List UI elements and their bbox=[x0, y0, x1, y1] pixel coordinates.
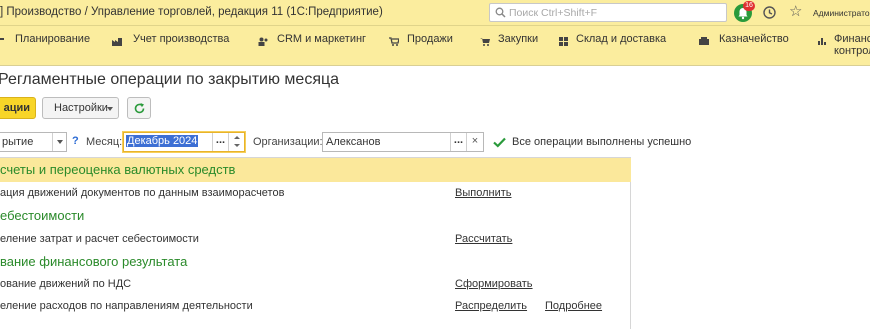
operation-name: ация движений документов по данным взаим… bbox=[0, 187, 285, 199]
settings-button[interactable]: Настройки bbox=[42, 97, 119, 119]
section-label-line2: контроль bbox=[834, 45, 870, 57]
sections-panel: Планирование Учет производства CRM и мар… bbox=[0, 26, 870, 66]
notifications-bell-icon[interactable]: 16 bbox=[734, 1, 755, 22]
calculate-link[interactable]: Рассчитать bbox=[455, 233, 512, 245]
organizations-value: Алексанов bbox=[326, 136, 381, 148]
refresh-icon bbox=[134, 103, 145, 114]
notifications-badge: 16 bbox=[743, 1, 755, 11]
group-header[interactable]: счеты и переоценка валютных средств bbox=[0, 158, 631, 182]
treasury-icon bbox=[699, 37, 709, 45]
section-label: CRM и маркетинг bbox=[277, 33, 367, 45]
section-label: Казначейство bbox=[719, 33, 789, 45]
status-text: Все операции выполнены успешно bbox=[512, 136, 692, 148]
operation-name: еление расходов по направлениям деятельн… bbox=[0, 300, 253, 312]
chevron-down-icon bbox=[57, 140, 63, 144]
group-title: вание финансового результата bbox=[0, 254, 188, 269]
month-value: Декабрь 2024 bbox=[126, 135, 199, 147]
distribute-link[interactable]: Распределить bbox=[455, 300, 527, 312]
section-label-line1: Финансо bbox=[834, 33, 870, 45]
help-icon[interactable]: ? bbox=[72, 135, 79, 147]
chevron-down-icon bbox=[107, 107, 113, 111]
organizations-label: Организации: bbox=[253, 136, 323, 148]
group-title: счеты и переоценка валютных средств bbox=[0, 162, 236, 177]
history-icon[interactable] bbox=[762, 5, 777, 20]
crm-icon bbox=[258, 37, 268, 46]
purchases-icon bbox=[480, 38, 490, 46]
user-name[interactable]: Администратор bbox=[813, 8, 870, 18]
period-dropdown-button[interactable] bbox=[52, 133, 66, 151]
period-type-select[interactable]: рытие bbox=[0, 132, 67, 152]
period-type-value: рытие bbox=[2, 136, 34, 148]
section-label: Закупки bbox=[498, 33, 539, 45]
section-label: Учет производства bbox=[133, 33, 230, 45]
operations-list: счеты и переоценка валютных средств ация… bbox=[0, 157, 631, 329]
finance-icon bbox=[818, 38, 826, 45]
details-link[interactable]: Подробнее bbox=[545, 300, 602, 312]
month-choose-button[interactable]: ... bbox=[212, 133, 228, 151]
section-label: Склад и доставка bbox=[576, 33, 667, 45]
sales-icon bbox=[389, 37, 399, 46]
favorites-star-icon[interactable]: ☆ bbox=[789, 4, 802, 20]
month-field[interactable]: Декабрь 2024 ... bbox=[123, 132, 245, 152]
refresh-button[interactable] bbox=[127, 97, 151, 119]
warehouse-icon bbox=[559, 37, 568, 46]
perform-operations-button[interactable]: ации bbox=[0, 97, 36, 119]
organizations-field[interactable]: Алексанов ... × bbox=[322, 132, 484, 152]
organizations-choose-button[interactable]: ... bbox=[450, 133, 466, 151]
organizations-clear-button[interactable]: × bbox=[466, 133, 483, 151]
group-title: ебестоимости bbox=[0, 208, 85, 223]
execute-link[interactable]: Выполнить bbox=[455, 187, 511, 199]
month-spinner[interactable] bbox=[228, 133, 244, 151]
planning-icon bbox=[0, 38, 4, 40]
settings-label: Настройки bbox=[54, 102, 108, 114]
search-placeholder: Поиск Ctrl+Shift+F bbox=[509, 7, 598, 19]
month-label: Месяц: bbox=[86, 136, 123, 148]
section-label: Планирование bbox=[15, 33, 91, 45]
production-icon bbox=[112, 38, 122, 46]
operation-name: ование движений по НДС bbox=[0, 278, 132, 290]
search-icon bbox=[495, 7, 506, 18]
generate-link[interactable]: Сформировать bbox=[455, 278, 533, 290]
page-title: Регламентные операции по закрытию месяца bbox=[0, 71, 340, 88]
spin-down-icon[interactable] bbox=[234, 144, 240, 147]
operation-name: еление затрат и расчет себестоимости bbox=[0, 233, 199, 245]
group-header[interactable]: вание финансового результата bbox=[0, 250, 631, 274]
title-bar: ] Производство / Управление торговлей, р… bbox=[0, 0, 870, 26]
section-label: Продажи bbox=[407, 33, 453, 45]
group-header[interactable]: ебестоимости bbox=[0, 204, 631, 228]
window-title: ] Производство / Управление торговлей, р… bbox=[0, 6, 383, 18]
spin-up-icon[interactable] bbox=[234, 136, 240, 139]
success-check-icon bbox=[493, 137, 506, 148]
search-input[interactable]: Поиск Ctrl+Shift+F bbox=[489, 3, 727, 22]
